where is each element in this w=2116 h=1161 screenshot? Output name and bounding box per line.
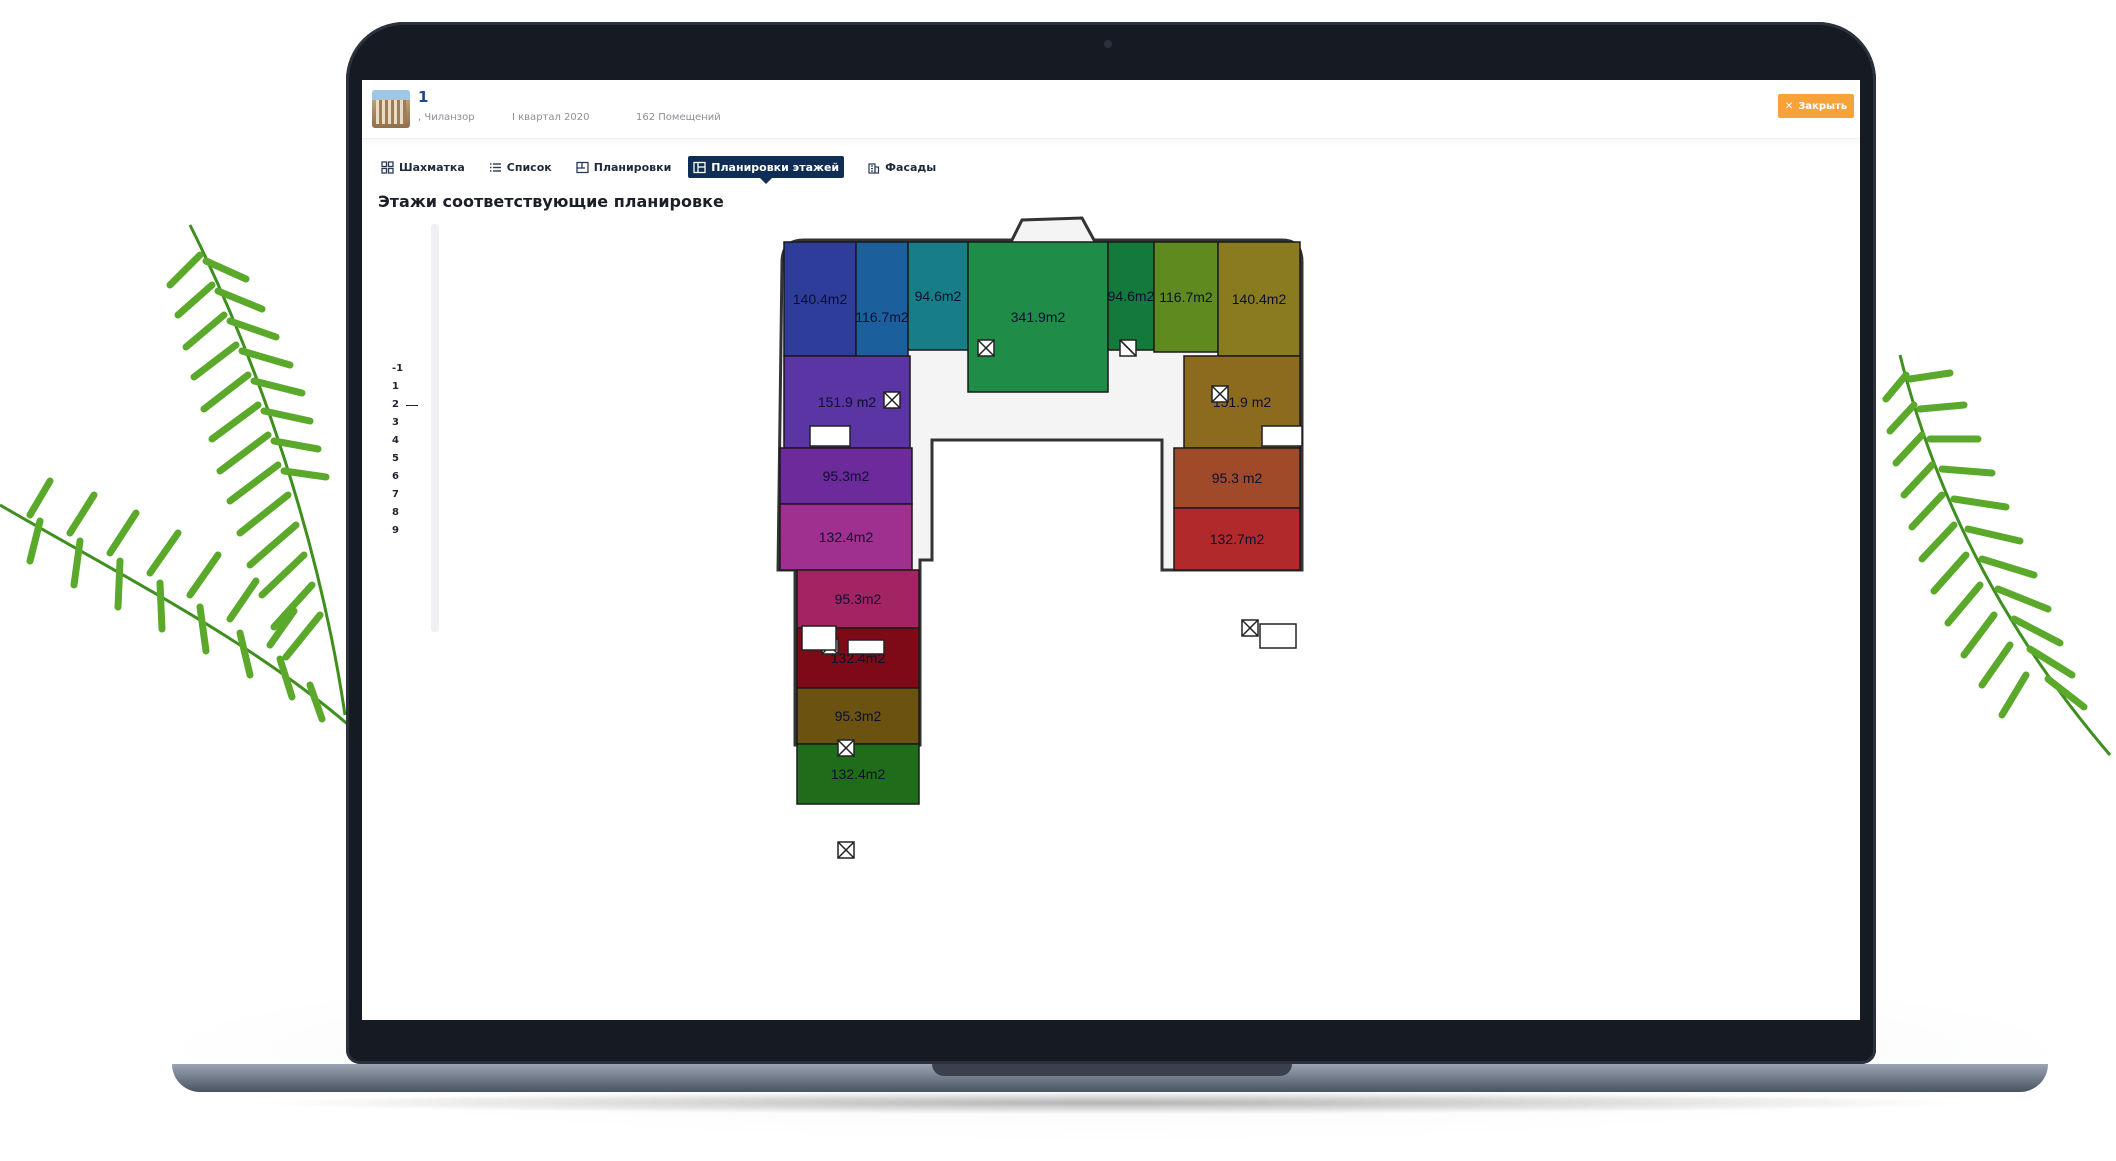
selected-floor-indicator [406, 405, 418, 406]
laptop-hinge-notch [932, 1064, 1292, 1076]
x-icon: ✕ [1784, 100, 1794, 112]
app-screen: 1 , Чиланзор I квартал 2020 162 Помещени… [362, 80, 1860, 1020]
floor-item[interactable]: 4 [392, 432, 432, 450]
apartment-area-label: 132.7m2 [1210, 531, 1265, 547]
tab-chessboard-label: Шахматка [399, 160, 465, 174]
tab-chessboard[interactable]: Шахматка [376, 156, 470, 178]
project-name[interactable]: 1 [418, 88, 428, 106]
apartment-area-label: 132.4m2 [819, 529, 874, 545]
tab-floor-plans-label: Планировки этажей [711, 160, 840, 174]
palm-leaf-right-decoration [1870, 335, 2116, 855]
grid-icon [381, 160, 394, 174]
apartment-area-label: 341.9m2 [1011, 309, 1066, 325]
camera-icon [1104, 40, 1112, 48]
apartment-area-label: 140.4m2 [1232, 291, 1287, 307]
project-district: , Чиланзор [418, 112, 475, 123]
apartment-area-label: 94.6m2 [915, 288, 962, 304]
apartment-area-label: 116.7m2 [855, 309, 909, 325]
apartment-area-label: 95.3m2 [835, 591, 882, 607]
floor-item[interactable]: 7 [392, 486, 432, 504]
tab-facades[interactable]: Фасады [862, 156, 941, 178]
tab-layouts[interactable]: Планировки [571, 156, 677, 178]
floor-scroll-track[interactable] [431, 224, 439, 632]
floor-selector: -1 1 2 3 4 5 6 7 8 9 [392, 360, 432, 540]
floor-item-label: 2 [392, 399, 399, 410]
tab-floor-plans[interactable]: Планировки этажей [688, 156, 845, 184]
project-header: 1 , Чиланзор I квартал 2020 162 Помещени… [362, 80, 1860, 139]
view-tabs: Шахматка Список Планировки Планировки эт… [376, 156, 941, 184]
floor-item[interactable]: 3 [392, 414, 432, 432]
laptop-frame: 1 , Чиланзор I квартал 2020 162 Помещени… [346, 22, 1876, 1064]
apartment-area-label: 94.6m2 [1108, 288, 1155, 304]
floorplan-icon [693, 161, 706, 174]
close-button[interactable]: ✕ Закрыть [1778, 94, 1854, 118]
floor-item[interactable]: -1 [392, 360, 432, 378]
tab-list-label: Список [506, 160, 552, 174]
floor-item-selected[interactable]: 2 [392, 396, 432, 414]
project-rooms-count: 162 Помещений [636, 112, 721, 123]
tab-facades-label: Фасады [885, 160, 937, 174]
floor-item[interactable]: 6 [392, 468, 432, 486]
tab-list[interactable]: Список [484, 156, 557, 178]
floor-item[interactable]: 1 [392, 378, 432, 396]
floor-item[interactable]: 9 [392, 522, 432, 540]
project-thumbnail[interactable] [372, 90, 410, 128]
apartment-area-label: 95.3m2 [835, 708, 882, 724]
apartment-area-label: 151.9 m2 [818, 394, 877, 410]
floor-plan-svg: 140.4m2116.7m294.6m2341.9m294.6m2 116.7m2… [776, 216, 1304, 859]
floor-plan: 140.4m2 116.7m2 94.6m2 341.9m2 94.6m2 116.7m2… [662, 200, 1522, 984]
apartment-area-label: 140.4m2 [793, 291, 848, 307]
apartment-area-label: 132.4m2 [831, 766, 886, 782]
list-icon [489, 161, 502, 174]
floor-item[interactable]: 5 [392, 450, 432, 468]
tab-layouts-label: Планировки [593, 160, 672, 174]
project-completion-quarter: I квартал 2020 [512, 112, 590, 123]
apartment-area-label: 95.3m2 [823, 468, 870, 484]
palm-leaf-left-decoration [0, 215, 380, 815]
apartment-area-label: 116.7m2 [1159, 289, 1213, 305]
floor-item[interactable]: 8 [392, 504, 432, 522]
laptop-base [172, 1064, 2048, 1092]
laptop-shadow [240, 1092, 1980, 1114]
close-button-label: Закрыть [1798, 100, 1848, 112]
apartment-area-label: 95.3 m2 [1212, 470, 1263, 486]
layout-icon [576, 161, 589, 174]
building-icon [867, 161, 880, 174]
